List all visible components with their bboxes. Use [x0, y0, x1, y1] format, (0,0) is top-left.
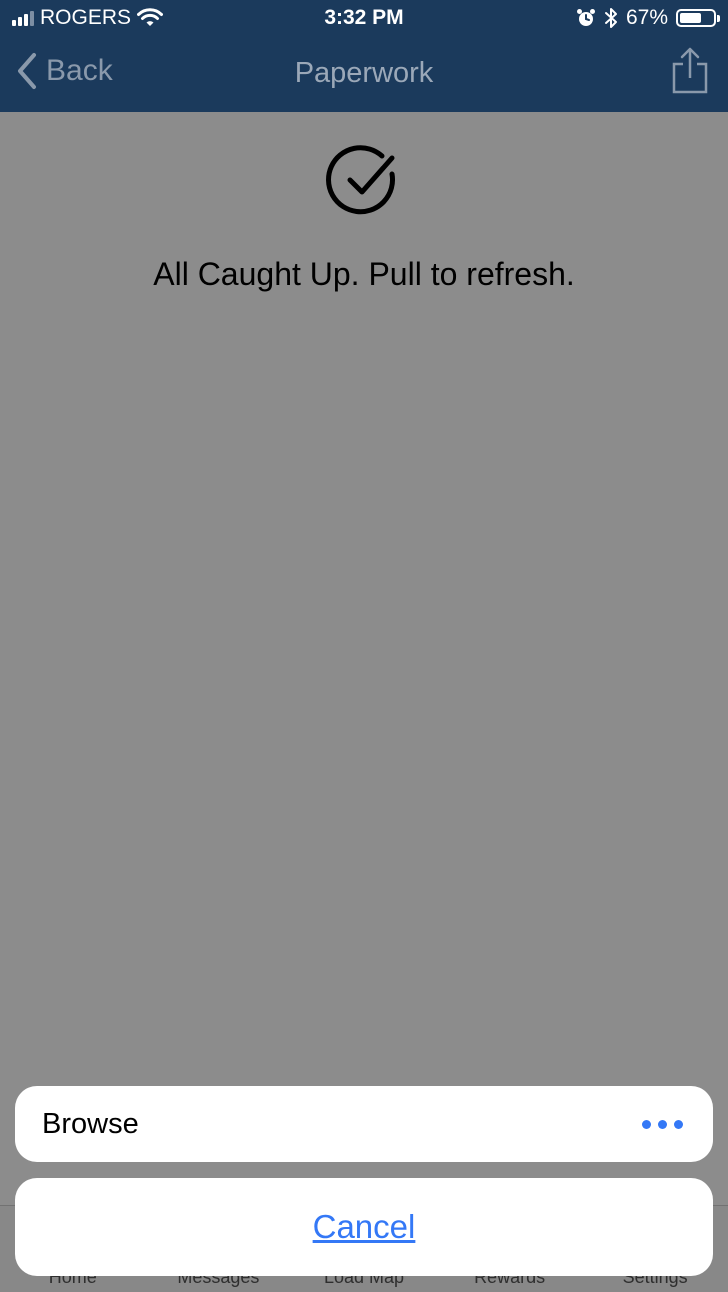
- alarm-icon: [576, 9, 595, 26]
- battery-icon: [676, 9, 720, 27]
- back-label: Back: [46, 54, 113, 87]
- signal-icon: [12, 10, 34, 26]
- status-left: ROGERS: [12, 6, 164, 30]
- battery-fill: [680, 13, 701, 23]
- cancel-label: Cancel: [312, 1208, 416, 1245]
- browse-option[interactable]: Browse: [15, 1086, 713, 1162]
- header: ROGERS 3:32 PM 67% Back Paperwork: [0, 0, 728, 112]
- battery-percent: 67%: [625, 6, 668, 29]
- share-icon: [672, 47, 708, 94]
- status-bar: ROGERS 3:32 PM 67%: [0, 0, 728, 38]
- back-button[interactable]: Back: [16, 52, 113, 90]
- cancel-button[interactable]: Cancel: [15, 1178, 713, 1276]
- more-dots-icon: [642, 1119, 683, 1129]
- status-right: 67%: [576, 6, 720, 30]
- browse-label: Browse: [42, 1107, 139, 1140]
- battery-cap: [717, 15, 720, 22]
- share-button[interactable]: [670, 46, 710, 94]
- carrier-label: ROGERS: [40, 6, 132, 29]
- chevron-left-icon: [18, 53, 36, 89]
- wifi-icon: [137, 8, 164, 26]
- nav-bar: Back Paperwork: [0, 38, 728, 112]
- bluetooth-icon: [604, 8, 617, 28]
- screen: ROGERS 3:32 PM 67% Back Paperwork All Ca…: [0, 0, 728, 1292]
